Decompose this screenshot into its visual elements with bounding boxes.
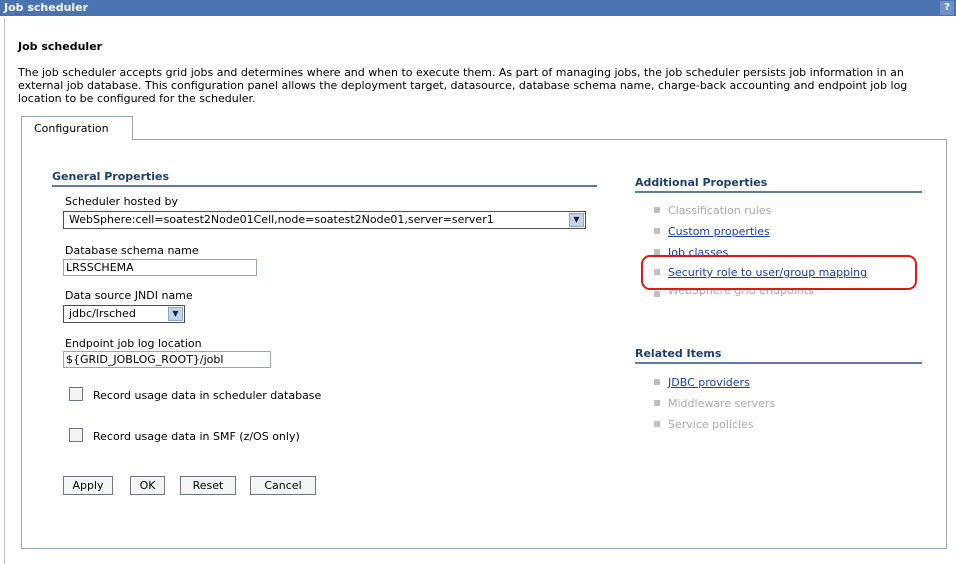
reset-button[interactable]: Reset bbox=[180, 476, 236, 495]
left-divider bbox=[4, 18, 5, 564]
help-icon[interactable]: ? bbox=[940, 1, 954, 15]
bullet-icon bbox=[654, 228, 660, 234]
datasource-jndi-select[interactable]: jdbc/lrsched ▼ bbox=[63, 305, 185, 323]
bullet-icon bbox=[654, 421, 660, 427]
related-item-jdbc-providers[interactable]: JDBC providers bbox=[654, 376, 750, 389]
window-title-bar: Job scheduler ? bbox=[0, 0, 956, 16]
additional-properties-heading: Additional Properties bbox=[635, 176, 922, 193]
related-items-heading: Related Items bbox=[635, 347, 922, 364]
cancel-button[interactable]: Cancel bbox=[250, 476, 316, 495]
record-smf-checkbox[interactable] bbox=[69, 428, 83, 442]
record-smf-label: Record usage data in SMF (z/OS only) bbox=[93, 430, 300, 443]
scheduler-hosted-by-select[interactable]: WebSphere:cell=soatest2Node01Cell,node=s… bbox=[63, 211, 586, 229]
highlight-annotation bbox=[641, 255, 917, 290]
related-item-service-policies: Service policies bbox=[654, 418, 754, 431]
bullet-icon bbox=[654, 291, 660, 297]
additional-item-custom-properties[interactable]: Custom properties bbox=[654, 225, 770, 238]
endpoint-log-input[interactable] bbox=[63, 351, 271, 368]
ok-button[interactable]: OK bbox=[130, 476, 165, 495]
bullet-icon bbox=[654, 207, 660, 213]
scheduler-hosted-by-label: Scheduler hosted by bbox=[65, 195, 179, 208]
apply-button[interactable]: Apply bbox=[63, 476, 113, 495]
datasource-jndi-label: Data source JNDI name bbox=[65, 289, 193, 302]
endpoint-log-label: Endpoint job log location bbox=[65, 337, 202, 350]
related-item-middleware-servers: Middleware servers bbox=[654, 397, 775, 410]
chevron-down-icon[interactable]: ▼ bbox=[569, 213, 584, 227]
scheduler-hosted-by-value: WebSphere:cell=soatest2Node01Cell,node=s… bbox=[69, 213, 494, 226]
general-properties-heading: General Properties bbox=[52, 170, 597, 187]
additional-item-classification-rules: Classification rules bbox=[654, 204, 771, 217]
record-db-checkbox[interactable] bbox=[69, 387, 83, 401]
bullet-icon bbox=[654, 400, 660, 406]
page-description: The job scheduler accepts grid jobs and … bbox=[18, 66, 908, 105]
bullet-icon bbox=[654, 379, 660, 385]
window-title: Job scheduler bbox=[4, 1, 89, 14]
database-schema-input[interactable] bbox=[63, 259, 257, 276]
page-title: Job scheduler bbox=[18, 40, 103, 53]
datasource-jndi-value: jdbc/lrsched bbox=[69, 307, 136, 320]
tab-configuration[interactable]: Configuration bbox=[21, 116, 133, 140]
database-schema-label: Database schema name bbox=[65, 244, 199, 257]
record-db-label: Record usage data in scheduler database bbox=[93, 389, 322, 402]
chevron-down-icon[interactable]: ▼ bbox=[168, 307, 183, 321]
